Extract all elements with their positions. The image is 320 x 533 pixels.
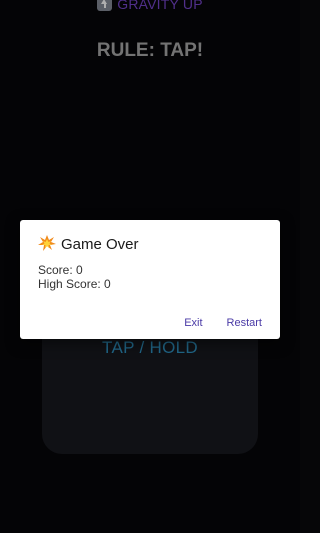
explosion-icon xyxy=(38,235,56,251)
dialog-title: Game Over xyxy=(38,235,139,253)
score-line: Score: 0 xyxy=(38,263,83,277)
dialog-actions: Exit Restart xyxy=(160,313,262,331)
score-label: Score: xyxy=(38,263,73,277)
high-score-value: 0 xyxy=(104,277,111,291)
high-score-line: High Score: 0 xyxy=(38,277,111,291)
exit-button[interactable]: Exit xyxy=(184,317,202,329)
restart-button[interactable]: Restart xyxy=(227,317,262,329)
dialog-title-text: Game Over xyxy=(61,236,139,253)
score-value: 0 xyxy=(76,263,83,277)
high-score-label: High Score: xyxy=(38,277,101,291)
game-over-dialog: Game Over Score: 0 High Score: 0 Exit Res… xyxy=(20,220,280,339)
game-screen: GRAVITY UP RULE: TAP! TAP / HOLD Game Ov… xyxy=(0,0,300,533)
